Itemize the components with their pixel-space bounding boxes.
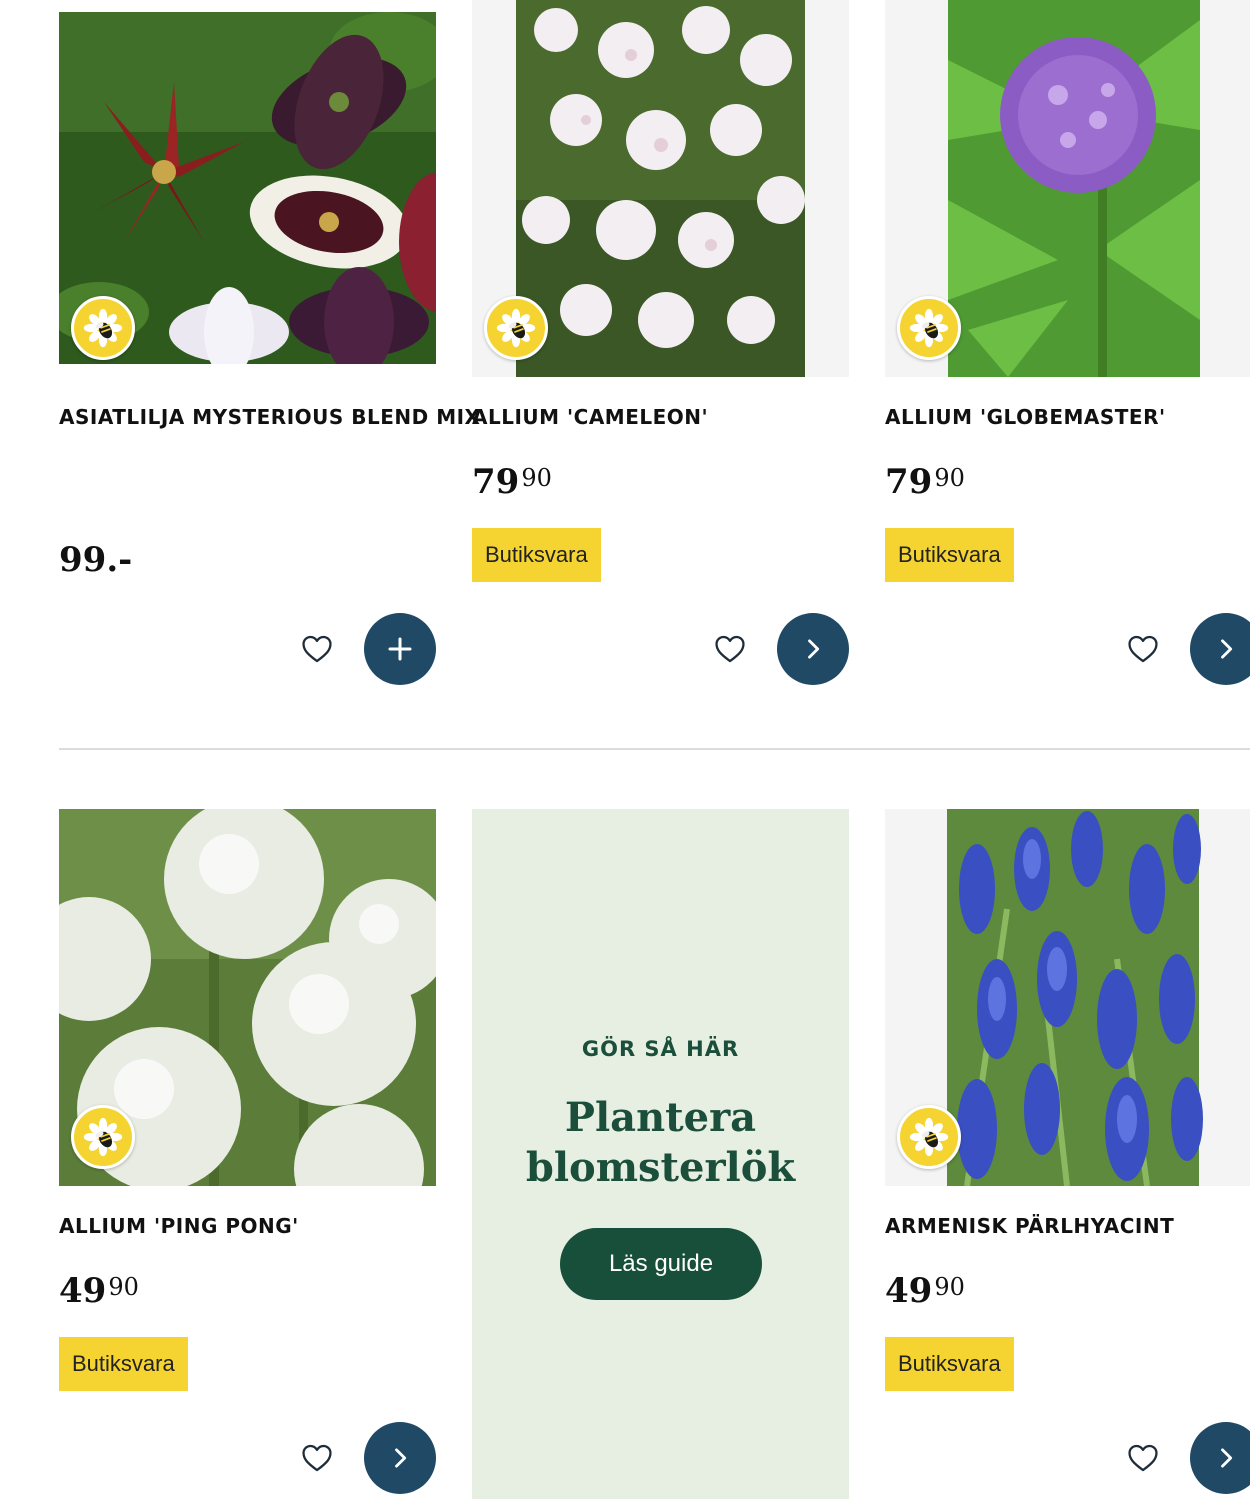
chevron-right-icon [799,635,827,663]
product-title[interactable]: ARMENISK PÄRLHYACINT [885,1214,1174,1238]
chevron-right-icon [386,1444,414,1472]
product-price: 7990 [885,462,965,502]
heart-icon[interactable] [713,632,747,666]
bee-flower-icon [484,296,548,360]
bee-flower-icon [897,296,961,360]
product-price: 7990 [472,462,552,502]
heart-icon[interactable] [1126,632,1160,666]
product-image[interactable] [472,0,849,377]
view-product-button[interactable] [1190,613,1250,685]
row-divider [59,748,1250,750]
add-to-cart-button[interactable] [364,613,436,685]
plus-icon [385,634,415,664]
product-price: 4990 [885,1271,965,1311]
chevron-right-icon [1212,1444,1240,1472]
product-title[interactable]: ALLIUM 'CAMELEON' [472,405,708,429]
view-product-button[interactable] [777,613,849,685]
heart-icon[interactable] [1126,1441,1160,1475]
product-image[interactable] [885,809,1250,1186]
product-title[interactable]: ASIATLILJA MYSTERIOUS BLEND MIX [59,405,480,429]
heart-icon[interactable] [300,632,334,666]
guide-kicker: GÖR SÅ HÄR [581,1037,740,1061]
store-item-badge: Butiksvara [59,1337,188,1391]
product-title[interactable]: ALLIUM 'GLOBEMASTER' [885,405,1166,429]
guide-promo-card[interactable]: GÖR SÅ HÄR Plantera blomsterlök Läs guid… [472,809,849,1499]
product-image[interactable] [59,809,436,1186]
view-product-button[interactable] [364,1422,436,1494]
product-image[interactable] [885,0,1250,377]
bee-flower-icon [71,1105,135,1169]
chevron-right-icon [1212,635,1240,663]
product-price: 99.- [59,540,133,580]
guide-title: Plantera blomsterlök [525,1094,796,1191]
view-product-button[interactable] [1190,1422,1250,1494]
store-item-badge: Butiksvara [885,528,1014,582]
bee-flower-icon [897,1105,961,1169]
store-item-badge: Butiksvara [885,1337,1014,1391]
read-guide-button[interactable]: Läs guide [560,1228,762,1300]
product-image[interactable] [59,12,436,364]
bee-flower-icon [71,296,135,360]
product-price: 4990 [59,1271,139,1311]
product-title[interactable]: ALLIUM 'PING PONG' [59,1214,299,1238]
heart-icon[interactable] [300,1441,334,1475]
store-item-badge: Butiksvara [472,528,601,582]
